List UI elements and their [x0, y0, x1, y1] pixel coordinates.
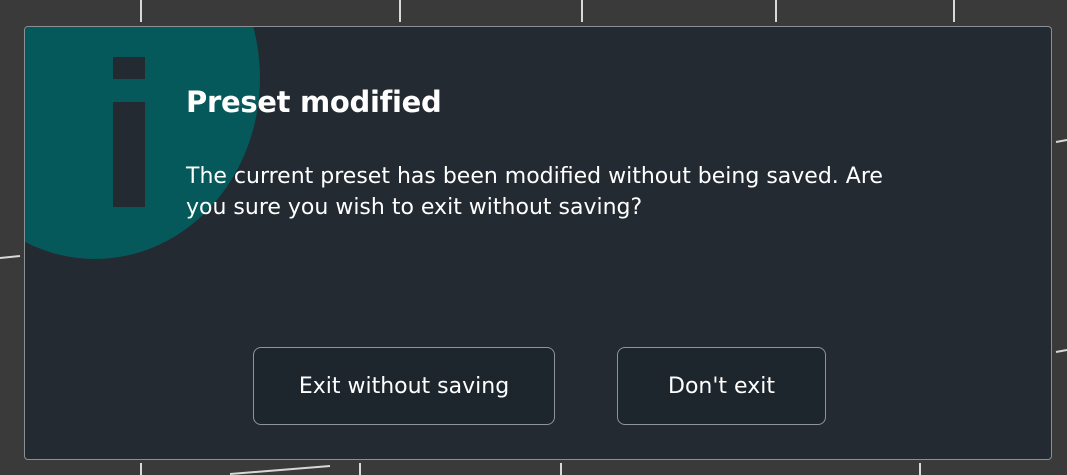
info-icon-dot: [113, 57, 145, 79]
dialog-title: Preset modified: [186, 85, 442, 119]
info-icon: [113, 57, 145, 207]
dont-exit-button[interactable]: Don't exit: [617, 347, 826, 425]
info-icon-stem: [113, 102, 145, 207]
preset-modified-dialog: Preset modified The current preset has b…: [24, 26, 1052, 460]
exit-without-saving-button[interactable]: Exit without saving: [253, 347, 555, 425]
dialog-message: The current preset has been modified wit…: [186, 164, 883, 220]
